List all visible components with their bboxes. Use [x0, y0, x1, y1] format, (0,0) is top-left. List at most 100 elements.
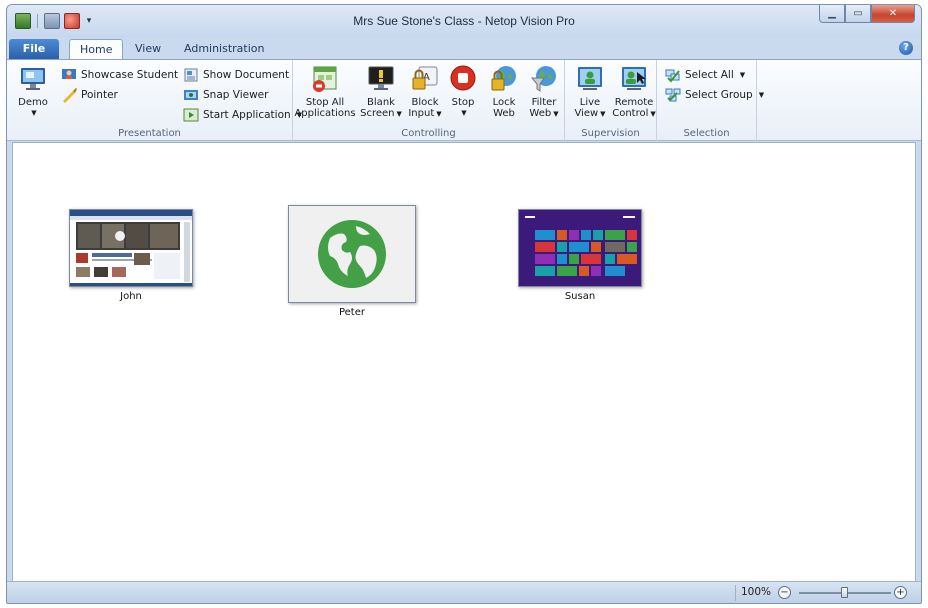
pointer-label: Pointer [81, 89, 118, 101]
blank-screen-icon [368, 66, 394, 90]
stop-label: Stop [451, 97, 475, 108]
status-bar: 100% − + [7, 581, 921, 603]
filter-web-button[interactable]: Filter Web ▼ [527, 64, 561, 120]
select-all-button[interactable]: Select All ▼ [665, 66, 745, 84]
tab-home[interactable]: Home [69, 39, 124, 59]
group-supervision: Live View ▼ Remote Control ▼ Supervision [565, 60, 657, 141]
app-window: ▾ Mrs Sue Stone's Class - Netop Vision P… [6, 4, 922, 604]
minimize-icon: ▁ [828, 8, 836, 19]
zoom-in-icon: + [896, 587, 905, 598]
student-screen-thumbnail[interactable] [69, 209, 193, 287]
lock-web-label-2: Web [493, 108, 515, 119]
filter-web-label-1: Filter [531, 97, 557, 108]
help-icon[interactable]: ? [899, 41, 913, 55]
group-selection: Select All ▼ Select Group ▼ Selection [657, 60, 764, 141]
zoom-out-button[interactable]: − [778, 586, 791, 599]
demo-button[interactable]: Demo ▼ [15, 64, 51, 119]
student-name-peter: Peter [338, 307, 365, 318]
remote-control-button[interactable]: Remote Control ▼ [612, 64, 656, 120]
showcase-student-icon [62, 69, 76, 79]
block-input-icon: A [412, 66, 438, 90]
stop-all-applications-button[interactable]: Stop All Applications [294, 64, 356, 119]
snap-viewer-button[interactable]: Snap Viewer [183, 86, 268, 104]
live-view-icon [578, 67, 602, 90]
window-controls: ▁ ▭ ✕ [819, 5, 915, 23]
select-group-icon [665, 88, 681, 102]
showcase-student-label: Showcase Student [81, 69, 179, 81]
show-document-icon [184, 68, 198, 82]
status-divider [735, 585, 736, 601]
student-screen-thumbnail[interactable] [288, 205, 416, 303]
snap-viewer-icon [184, 90, 198, 100]
filter-web-label-2: Web [529, 108, 552, 119]
close-button[interactable]: ✕ [871, 5, 915, 23]
lock-web-icon [491, 66, 516, 91]
presentation-group-label: Presentation [118, 128, 181, 139]
remote-control-label-1: Remote [614, 97, 654, 108]
zoom-in-button[interactable]: + [894, 586, 907, 599]
tab-file[interactable]: File [9, 39, 59, 59]
browser-screenshot-icon [70, 210, 192, 286]
blank-screen-button[interactable]: Blank Screen ▼ [359, 64, 403, 120]
show-document-label: Show Document [203, 69, 290, 81]
selection-group-label: Selection [683, 128, 730, 139]
pointer-icon [63, 88, 77, 103]
demo-icon [21, 68, 45, 90]
block-input-button[interactable]: A Block Input ▼ [405, 64, 445, 120]
blank-screen-dropdown-icon: ▼ [396, 110, 402, 118]
lock-web-label-1: Lock [492, 97, 516, 108]
student-view-area: John Peter Susan [12, 142, 916, 582]
block-input-label-1: Block [411, 97, 439, 108]
student-screen-thumbnail[interactable] [518, 209, 642, 287]
title-bar: ▾ Mrs Sue Stone's Class - Netop Vision P… [7, 5, 921, 37]
start-application-button[interactable]: Start Application ▼ [183, 106, 302, 124]
zoom-slider[interactable] [799, 587, 891, 598]
remote-control-dropdown-icon: ▼ [650, 110, 656, 118]
blank-screen-label-1: Blank [367, 97, 395, 108]
select-all-label: Select All [685, 69, 734, 81]
remote-control-icon [622, 67, 646, 90]
lock-web-button[interactable]: Lock Web [485, 64, 523, 119]
select-group-dropdown-icon: ▼ [758, 91, 765, 99]
start-application-icon [183, 108, 199, 122]
zoom-out-icon: − [780, 587, 789, 598]
live-view-label-1: Live [579, 97, 601, 108]
zoom-slider-thumb[interactable] [841, 587, 848, 598]
window-title: Mrs Sue Stone's Class - Netop Vision Pro [353, 14, 575, 28]
stop-icon [450, 65, 476, 91]
filter-web-dropdown-icon: ▼ [553, 110, 559, 118]
blank-screen-label-2: Screen [360, 108, 395, 119]
student-tile-susan[interactable]: Susan [518, 209, 642, 302]
tab-view[interactable]: View [125, 39, 171, 59]
live-view-dropdown-icon: ▼ [600, 110, 606, 118]
start-application-label: Start Application [203, 109, 291, 121]
live-view-label-2: View [574, 108, 599, 119]
supervision-group-label: Supervision [581, 128, 640, 139]
stop-dropdown-icon: ▼ [461, 109, 467, 117]
student-name-susan: Susan [564, 291, 596, 302]
tab-administration[interactable]: Administration [174, 39, 275, 59]
group-controlling: Stop All Applications Blank Screen ▼ A B… [293, 60, 565, 141]
live-view-button[interactable]: Live View ▼ [571, 64, 609, 120]
maximize-button[interactable]: ▭ [845, 5, 871, 23]
group-presentation: Demo ▼ Showcase Student ▼ Pointer [7, 60, 302, 141]
demo-dropdown-icon: ▼ [31, 109, 37, 117]
stop-all-label-2: Applications [294, 108, 356, 119]
stop-all-label-1: Stop All [305, 97, 345, 108]
pointer-button[interactable]: Pointer [61, 86, 118, 104]
snap-viewer-label: Snap Viewer [203, 89, 269, 101]
remote-control-label-2: Control [612, 108, 649, 119]
select-group-button[interactable]: Select Group ▼ [665, 86, 764, 104]
maximize-icon: ▭ [853, 8, 863, 19]
stop-button[interactable]: Stop ▼ [447, 64, 479, 119]
student-name-john: John [120, 291, 142, 302]
show-document-button[interactable]: Show Document [183, 66, 289, 84]
showcase-student-button[interactable]: Showcase Student ▼ [61, 66, 190, 84]
ribbon: Demo ▼ Showcase Student ▼ Pointer [7, 59, 921, 141]
stop-all-applications-icon [313, 66, 337, 92]
select-all-icon [665, 69, 680, 83]
student-tile-john[interactable]: John [69, 209, 193, 302]
student-tile-peter[interactable]: Peter [288, 205, 416, 318]
minimize-button[interactable]: ▁ [819, 5, 845, 23]
ribbon-tabs: File Home View Administration ? [7, 37, 921, 59]
